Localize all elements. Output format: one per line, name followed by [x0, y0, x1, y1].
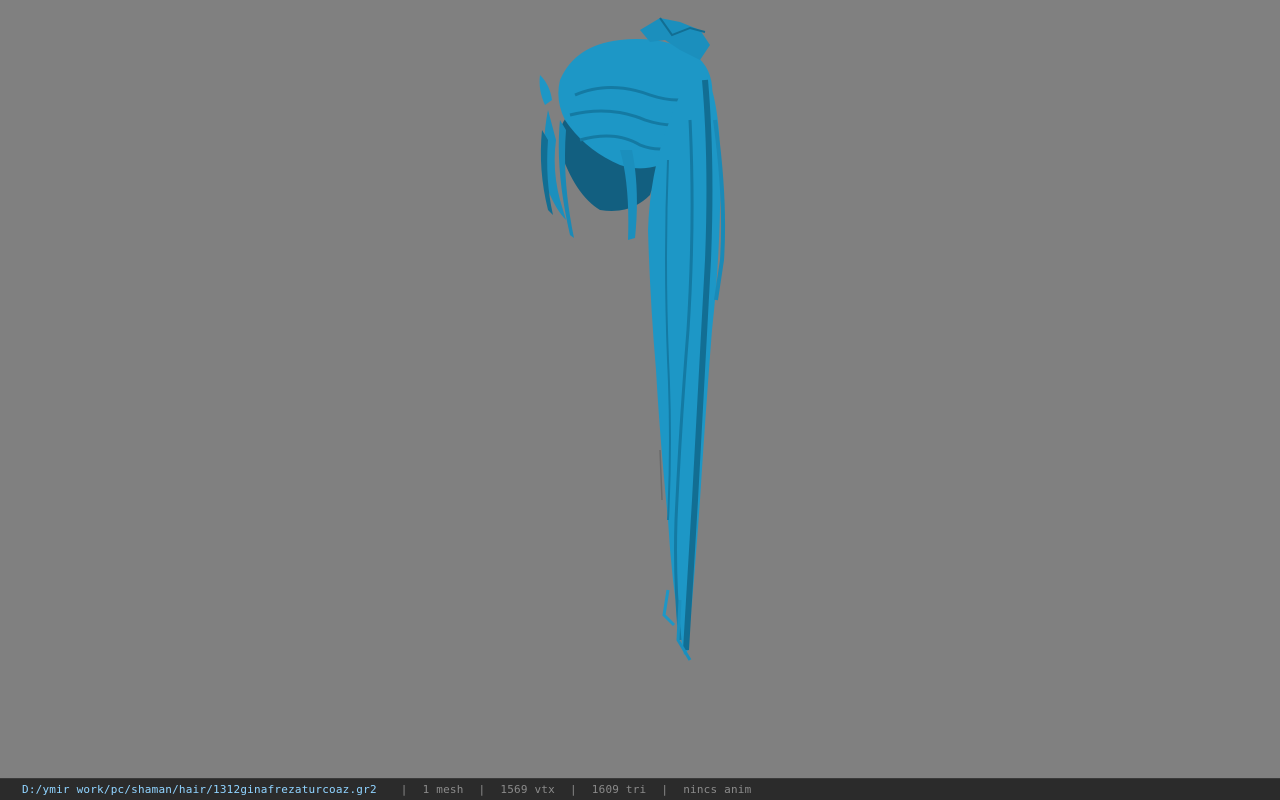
file-path: D:/ymir work/pc/shaman/hair/1312ginafrez… — [22, 783, 377, 796]
separator: | — [478, 783, 486, 796]
triangle-count: 1609 tri — [591, 783, 647, 796]
vertex-count: 1569 vtx — [500, 783, 555, 796]
hair-model-icon — [539, 17, 726, 661]
3d-viewport[interactable] — [0, 0, 1280, 778]
separator: | — [400, 783, 408, 796]
separator: | — [569, 783, 577, 796]
mesh-count: 1 mesh — [422, 783, 464, 796]
separator: | — [661, 783, 669, 796]
animation-status: nincs anim — [683, 783, 752, 796]
status-bar: D:/ymir work/pc/shaman/hair/1312ginafrez… — [0, 778, 1280, 800]
